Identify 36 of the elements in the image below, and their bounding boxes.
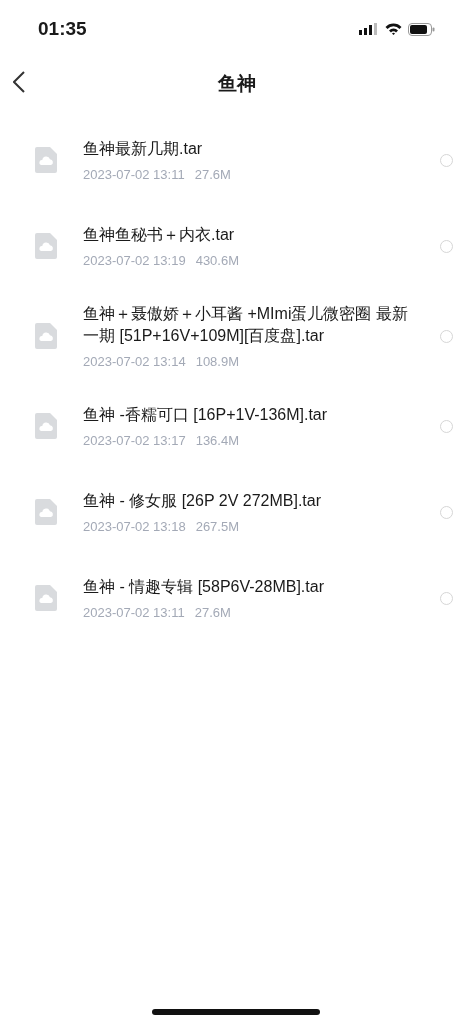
cloud-file-icon — [35, 233, 57, 259]
file-row[interactable]: 鱼神 - 情趣专辑 [58P6V-28MB].tar 2023-07-02 13:11 27.6M — [0, 555, 473, 641]
file-name: 鱼神＋聂傲娇＋小耳酱 +MImi蛋儿微密圈 最新一期 [51P+16V+109M][百度盘].tar — [83, 304, 409, 346]
file-name: 鱼神 - 修女服 [26P 2V 272MB].tar — [83, 491, 322, 511]
file-row[interactable]: 鱼神＋聂傲娇＋小耳酱 +MImi蛋儿微密圈 最新一期 [51P+16V+109M][百度盘].tar 2023-07-02 13:14 108.9M — [0, 289, 473, 383]
file-row[interactable]: 鱼神 -香糯可口 [16P+1V-136M].tar 2023-07-02 13:17 136.4M — [0, 383, 473, 469]
file-date: 2023-07-02 13:19 — [83, 253, 186, 268]
file-name: 鱼神鱼秘书＋内衣.tar — [83, 225, 236, 245]
file-date: 2023-07-02 13:17 — [83, 433, 186, 448]
wifi-icon — [385, 23, 402, 35]
cloud-file-icon — [35, 147, 57, 173]
file-row[interactable]: 鱼神鱼秘书＋内衣.tar 2023-07-02 13:19 430.6M — [0, 203, 473, 289]
file-size: 136.4M — [195, 433, 240, 448]
file-row[interactable]: 鱼神最新几期.tar 2023-07-02 13:11 27.6M — [0, 117, 473, 203]
cloud-file-icon — [35, 585, 57, 611]
file-date: 2023-07-02 13:18 — [83, 519, 186, 534]
battery-icon — [408, 22, 435, 36]
file-name: 鱼神最新几期.tar — [83, 139, 204, 159]
back-icon[interactable] — [13, 71, 25, 93]
file-size: 267.5M — [195, 519, 240, 534]
file-size: 27.6M — [194, 605, 231, 620]
cloud-file-icon — [35, 499, 57, 525]
file-date: 2023-07-02 13:11 — [83, 605, 185, 620]
file-size: 108.9M — [195, 354, 240, 369]
cloud-file-icon — [35, 323, 57, 349]
cloud-file-icon — [35, 413, 57, 439]
file-date: 2023-07-02 13:11 — [83, 167, 185, 182]
file-size: 430.6M — [195, 253, 240, 268]
page-title: 鱼神 — [217, 72, 256, 96]
status-time: 01:35 — [38, 18, 87, 40]
file-name: 鱼神 -香糯可口 [16P+1V-136M].tar — [83, 405, 329, 425]
file-date: 2023-07-02 13:14 — [83, 354, 186, 369]
file-size: 27.6M — [194, 167, 231, 182]
file-row[interactable]: 鱼神 - 修女服 [26P 2V 272MB].tar 2023-07-02 13:18 267.5M — [0, 469, 473, 555]
file-name: 鱼神 - 情趣专辑 [58P6V-28MB].tar — [83, 577, 325, 597]
signal-icon — [359, 23, 379, 35]
